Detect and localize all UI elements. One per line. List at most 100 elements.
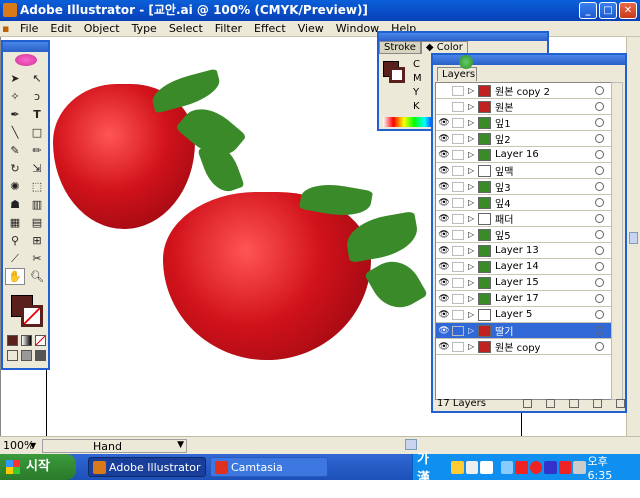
visibility-eye-icon[interactable]: 👁︎	[436, 262, 452, 272]
hand-tool-icon[interactable]: ✋	[5, 268, 25, 285]
lock-toggle-icon[interactable]	[452, 165, 464, 176]
target-circle-icon[interactable]	[595, 278, 604, 287]
task-illustrator[interactable]: Adobe Illustrator -...	[88, 457, 206, 494]
layer-row[interactable]: 👁︎ ▷ Layer 13	[436, 243, 612, 259]
menu-select[interactable]: Select	[163, 22, 209, 35]
layers-scrollbar[interactable]	[611, 82, 623, 400]
expand-triangle-icon[interactable]: ▷	[468, 198, 478, 207]
lock-toggle-icon[interactable]	[452, 149, 464, 160]
pen-tool-icon[interactable]: ✒	[5, 106, 25, 123]
target-circle-icon[interactable]	[595, 214, 604, 223]
expand-triangle-icon[interactable]: ▷	[468, 326, 478, 335]
lock-toggle-icon[interactable]	[452, 117, 464, 128]
scale-tool-icon[interactable]: ⇲	[27, 160, 47, 177]
new-sublayer-icon[interactable]	[569, 398, 579, 408]
color-mode-icon[interactable]	[7, 335, 18, 346]
visibility-eye-icon[interactable]: 👁︎	[436, 166, 452, 176]
visibility-eye-icon[interactable]: 👁︎	[436, 310, 452, 320]
menu-filter[interactable]: Filter	[209, 22, 248, 35]
help-icon[interactable]	[465, 460, 479, 474]
target-circle-icon[interactable]	[595, 166, 604, 175]
tab-stroke[interactable]: Stroke	[379, 41, 421, 54]
volume-icon[interactable]	[573, 460, 586, 474]
lock-toggle-icon[interactable]	[452, 181, 464, 192]
expand-triangle-icon[interactable]: ▷	[468, 150, 478, 159]
visibility-eye-icon[interactable]: 👁︎	[436, 342, 452, 352]
line-tool-icon[interactable]: ╲	[5, 124, 25, 141]
chevron-down-icon[interactable]: ▼	[177, 440, 184, 450]
layer-row[interactable]: 👁︎ ▷ Layer 16	[436, 147, 612, 163]
lock-toggle-icon[interactable]	[452, 133, 464, 144]
expand-triangle-icon[interactable]: ▷	[468, 134, 478, 143]
layer-row[interactable]: ▷ 원본	[436, 99, 612, 115]
lasso-icon[interactable]: ↄ	[27, 88, 47, 105]
target-circle-icon[interactable]	[595, 182, 604, 191]
layer-row[interactable]: 👁︎ ▷ 잎맥	[436, 163, 612, 179]
gradient-tool-icon[interactable]: ▤	[27, 214, 47, 231]
graph-tool-icon[interactable]: ▥	[27, 196, 47, 213]
lock-toggle-icon[interactable]	[452, 261, 464, 272]
target-circle-icon[interactable]	[595, 198, 604, 207]
pencil-icon[interactable]: ✏	[27, 142, 47, 159]
zoom-tool-icon[interactable]: 🔍︎	[27, 268, 47, 285]
layer-row[interactable]: 👁︎ ▷ 잎3	[436, 179, 612, 195]
visibility-eye-icon[interactable]: 👁︎	[436, 134, 452, 144]
expand-triangle-icon[interactable]: ▷	[468, 166, 478, 175]
expand-triangle-icon[interactable]: ▷	[468, 310, 478, 319]
lock-toggle-icon[interactable]	[452, 85, 464, 96]
symbol-sprayer-icon[interactable]: ☗	[5, 196, 25, 213]
warp-tool-icon[interactable]: ✺	[5, 178, 25, 195]
menu-file[interactable]: File	[14, 22, 44, 35]
layer-row[interactable]: 👁︎ ▷ 잎2	[436, 131, 612, 147]
target-circle-icon[interactable]	[595, 246, 604, 255]
stroke-swatch[interactable]	[389, 67, 405, 83]
layer-row[interactable]: 👁︎ ▷ 잎1	[436, 115, 612, 131]
gradient-mode-icon[interactable]	[21, 335, 32, 346]
minimize-button[interactable]: _	[579, 2, 597, 19]
make-clipping-mask-icon[interactable]	[546, 398, 556, 408]
visibility-eye-icon[interactable]: 👁︎	[436, 214, 452, 224]
rectangle-tool-icon[interactable]: □	[27, 124, 47, 141]
target-circle-icon[interactable]	[595, 102, 604, 111]
menu-type[interactable]: Type	[126, 22, 163, 35]
vertical-scrollbar[interactable]	[626, 37, 640, 436]
lock-toggle-icon[interactable]	[452, 277, 464, 288]
status-tool-select[interactable]: Hand ▼	[42, 438, 187, 453]
document-icon[interactable]: ▪	[0, 22, 14, 35]
magic-wand-icon[interactable]: ✧	[5, 88, 25, 105]
expand-triangle-icon[interactable]: ▷	[468, 102, 478, 111]
blend-tool-icon[interactable]: ⊞	[27, 232, 47, 249]
target-circle-icon[interactable]	[595, 310, 604, 319]
network-icon[interactable]	[500, 460, 514, 474]
scroll-thumb[interactable]	[629, 232, 638, 244]
visibility-eye-icon[interactable]: 👁︎	[436, 230, 452, 240]
free-transform-icon[interactable]: ⬚	[27, 178, 47, 195]
tab-layers[interactable]: Layers	[437, 67, 477, 81]
target-circle-icon[interactable]	[595, 230, 604, 239]
menu-view[interactable]: View	[292, 22, 330, 35]
expand-triangle-icon[interactable]: ▷	[468, 278, 478, 287]
scroll-thumb[interactable]	[405, 439, 417, 450]
layer-row[interactable]: ▷ 원본 copy 2	[436, 83, 612, 99]
trash-icon[interactable]	[615, 398, 626, 408]
lock-toggle-icon[interactable]	[452, 325, 464, 336]
layer-row[interactable]: 👁︎ ▷ 원본 copy	[436, 339, 612, 355]
visibility-eye-icon[interactable]: 👁︎	[436, 182, 452, 192]
lock-toggle-icon[interactable]	[452, 197, 464, 208]
menu-object[interactable]: Object	[78, 22, 126, 35]
panel-header[interactable]	[3, 42, 48, 52]
target-circle-icon[interactable]	[595, 118, 604, 127]
task-camtasia[interactable]: Camtasia Record...	[210, 457, 328, 494]
expand-triangle-icon[interactable]: ▷	[468, 294, 478, 303]
start-button[interactable]: 시작	[0, 454, 76, 480]
lock-toggle-icon[interactable]	[452, 229, 464, 240]
stroke-swatch[interactable]	[21, 305, 43, 327]
locate-object-icon[interactable]	[523, 398, 533, 408]
layer-row[interactable]: 👁︎ ▷ 딸기	[436, 323, 612, 339]
layer-row[interactable]: 👁︎ ▷ 잎4	[436, 195, 612, 211]
maximize-button[interactable]: □	[599, 2, 617, 19]
lock-toggle-icon[interactable]	[452, 341, 464, 352]
layer-row[interactable]: 👁︎ ▷ 잎5	[436, 227, 612, 243]
expand-triangle-icon[interactable]: ▷	[468, 262, 478, 271]
eyedropper-icon[interactable]: ⚲	[5, 232, 25, 249]
